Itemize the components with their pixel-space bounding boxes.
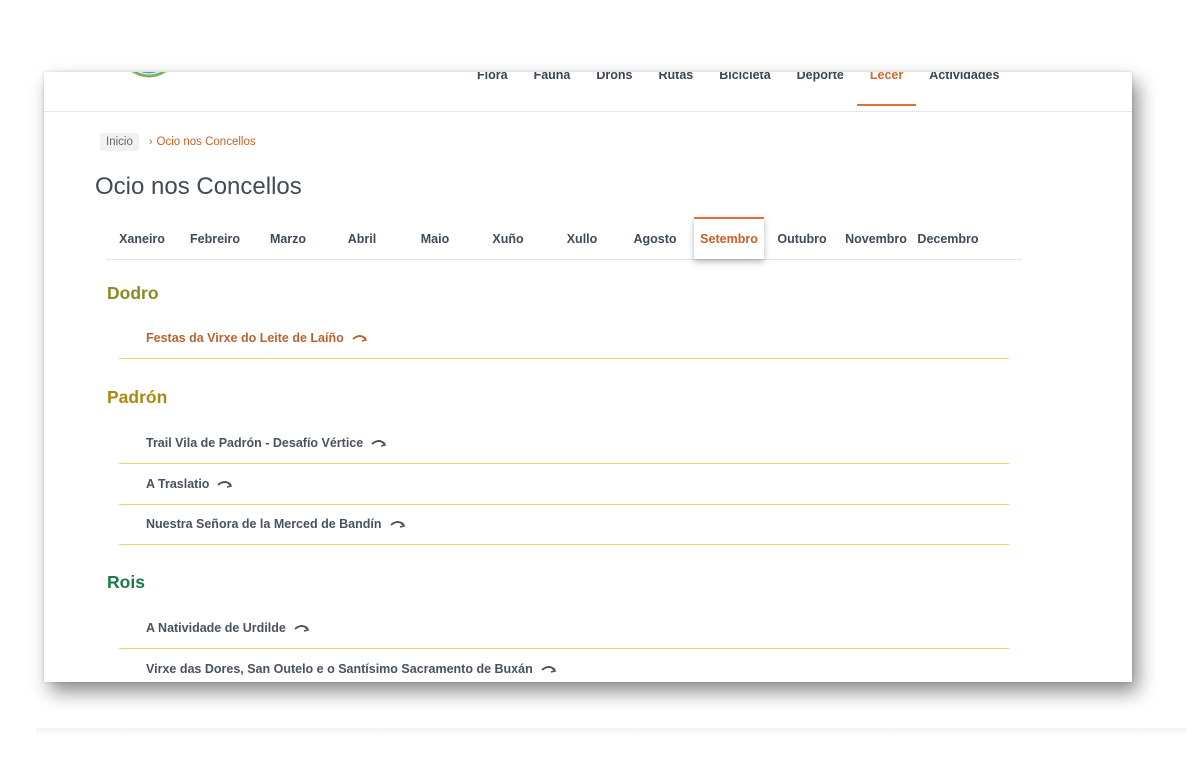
site-logo[interactable] bbox=[114, 72, 184, 84]
tab-abril[interactable]: Abril bbox=[326, 217, 398, 259]
month-tabs: Xaneiro Febreiro Marzo Abril Maio Xuño X… bbox=[106, 217, 1022, 260]
section-title-padron: Padrón bbox=[107, 387, 168, 407]
event-link[interactable]: Virxe das Dores, San Outelo e o Santísim… bbox=[146, 662, 557, 676]
tab-marzo[interactable]: Marzo bbox=[252, 217, 324, 259]
event-link[interactable]: A Traslatio bbox=[146, 477, 233, 491]
browser-page: Flora Fauna Drons Rutas Bicicleta Deport… bbox=[44, 72, 1132, 682]
tab-maio[interactable]: Maio bbox=[399, 217, 471, 259]
event-label: Nuestra Señora de la Merced de Bandín bbox=[146, 517, 382, 531]
event-row[interactable]: A Traslatio bbox=[119, 465, 1009, 505]
tab-xullo[interactable]: Xullo bbox=[546, 217, 618, 259]
breadcrumb: Inicio › Ocio nos Concellos bbox=[100, 133, 256, 151]
curved-arrow-icon bbox=[352, 334, 368, 342]
event-label: Virxe das Dores, San Outelo e o Santísim… bbox=[146, 662, 533, 676]
event-label: A Traslatio bbox=[146, 477, 210, 491]
event-row[interactable]: Virxe das Dores, San Outelo e o Santísim… bbox=[119, 650, 1009, 682]
nav-item-drons[interactable]: Drons bbox=[583, 72, 645, 108]
event-label: Trail Vila de Padrón - Desafío Vértice bbox=[146, 436, 364, 450]
event-row[interactable]: Festas da Virxe do Leite de Laíño bbox=[119, 319, 1009, 359]
nav-item-actividades[interactable]: Actividades bbox=[916, 72, 1012, 108]
event-row[interactable]: Trail Vila de Padrón - Desafío Vértice bbox=[119, 424, 1009, 464]
nav-item-rutas[interactable]: Rutas bbox=[646, 72, 707, 108]
tab-setembro[interactable]: Setembro bbox=[694, 217, 764, 259]
breadcrumb-separator: › bbox=[148, 136, 153, 148]
nav-item-lecer[interactable]: Lecer bbox=[856, 72, 917, 108]
nav-item-flora[interactable]: Flora bbox=[464, 72, 521, 108]
curved-arrow-icon bbox=[294, 624, 310, 632]
nav-item-bicicleta[interactable]: Bicicleta bbox=[706, 72, 783, 108]
event-link[interactable]: A Natividade de Urdilde bbox=[146, 621, 310, 635]
event-link[interactable]: Nuestra Señora de la Merced de Bandín bbox=[146, 517, 406, 531]
nav-item-fauna[interactable]: Fauna bbox=[521, 72, 584, 108]
tab-outubro[interactable]: Outubro bbox=[766, 217, 838, 259]
section-title-rois: Rois bbox=[107, 572, 145, 592]
main-nav: Flora Fauna Drons Rutas Bicicleta Deport… bbox=[464, 72, 1012, 112]
nav-item-deporte[interactable]: Deporte bbox=[784, 72, 857, 108]
tab-novembro[interactable]: Novembro bbox=[840, 217, 912, 259]
tab-xaneiro[interactable]: Xaneiro bbox=[106, 217, 178, 259]
page-title: Ocio nos Concellos bbox=[95, 173, 302, 200]
section-title-dodro: Dodro bbox=[107, 283, 159, 303]
tab-agosto[interactable]: Agosto bbox=[619, 217, 691, 259]
event-link[interactable]: Festas da Virxe do Leite de Laíño bbox=[146, 331, 368, 345]
screenshot-stage: Flora Fauna Drons Rutas Bicicleta Deport… bbox=[0, 0, 1200, 780]
site-header: Flora Fauna Drons Rutas Bicicleta Deport… bbox=[44, 72, 1132, 112]
breadcrumb-home-link[interactable]: Inicio bbox=[100, 133, 139, 151]
curved-arrow-icon bbox=[217, 480, 233, 488]
tab-febreiro[interactable]: Febreiro bbox=[179, 217, 251, 259]
curved-arrow-icon bbox=[389, 520, 405, 528]
curved-arrow-icon bbox=[371, 439, 387, 447]
event-label: A Natividade de Urdilde bbox=[146, 621, 286, 635]
stage-floor bbox=[36, 728, 1186, 736]
event-row[interactable]: A Natividade de Urdilde bbox=[119, 609, 1009, 649]
event-label: Festas da Virxe do Leite de Laíño bbox=[146, 331, 344, 345]
tab-decembro[interactable]: Decembro bbox=[912, 217, 984, 259]
event-link[interactable]: Trail Vila de Padrón - Desafío Vértice bbox=[146, 436, 387, 450]
breadcrumb-current: Ocio nos Concellos bbox=[156, 136, 256, 148]
event-row[interactable]: Nuestra Señora de la Merced de Bandín bbox=[119, 505, 1009, 545]
tab-xuno[interactable]: Xuño bbox=[472, 217, 544, 259]
curved-arrow-icon bbox=[541, 665, 557, 673]
